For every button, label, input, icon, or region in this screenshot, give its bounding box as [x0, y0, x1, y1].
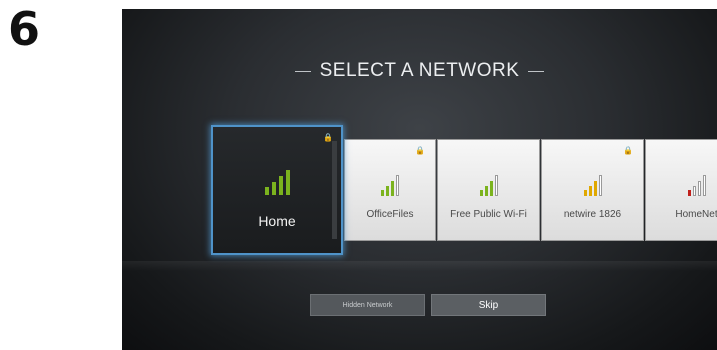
signal-bar	[484, 186, 488, 196]
network-name: Home	[258, 213, 296, 229]
hidden-network-button[interactable]: Hidden Network	[310, 294, 425, 316]
network-tile-free-public-wi-fi[interactable]: Free Public Wi-Fi	[437, 139, 540, 241]
signal-bar	[285, 170, 290, 195]
signal-bar	[687, 190, 691, 196]
network-name: OfficeFiles	[366, 209, 414, 220]
wifi-signal-icon	[345, 174, 435, 196]
signal-bar	[692, 186, 696, 196]
signal-bar	[588, 186, 592, 196]
skip-button[interactable]: Skip	[431, 294, 546, 316]
signal-bar	[697, 181, 701, 196]
signal-bar	[598, 175, 602, 196]
signal-bar	[593, 181, 597, 196]
lock-icon: 🔒	[415, 146, 425, 155]
network-name: netwire 1826	[563, 209, 622, 220]
signal-bar	[381, 190, 384, 196]
signal-bar	[386, 186, 389, 196]
tv-screen: SELECT A NETWORK 🔒 Home 🔒 OfficeFiles Free P…	[122, 9, 717, 350]
signal-bar	[391, 181, 394, 196]
signal-bar	[494, 175, 498, 196]
network-tile-netwire-1826[interactable]: 🔒 netwire 1826	[541, 139, 644, 241]
wifi-signal-icon	[646, 174, 717, 196]
signal-bar	[278, 176, 283, 195]
signal-bar	[264, 187, 269, 195]
wifi-signal-icon	[213, 167, 341, 195]
signal-bar	[271, 182, 276, 195]
network-tile-officefiles[interactable]: 🔒 OfficeFiles	[344, 139, 436, 241]
network-tile-home[interactable]: 🔒 Home	[211, 125, 343, 255]
floor-reflection	[122, 261, 717, 271]
wifi-signal-icon	[438, 174, 539, 196]
wifi-signal-icon	[542, 174, 643, 196]
signal-bar	[583, 190, 587, 196]
signal-bar	[702, 175, 706, 196]
signal-bar	[396, 175, 399, 196]
step-number: 6	[8, 2, 41, 56]
network-name: Free Public Wi-Fi	[450, 209, 527, 220]
signal-bar	[479, 190, 483, 196]
signal-bar	[489, 181, 493, 196]
network-name: HomeNet	[675, 209, 717, 220]
network-tile-homenet[interactable]: HomeNet	[645, 139, 717, 241]
lock-icon: 🔒	[623, 146, 633, 155]
